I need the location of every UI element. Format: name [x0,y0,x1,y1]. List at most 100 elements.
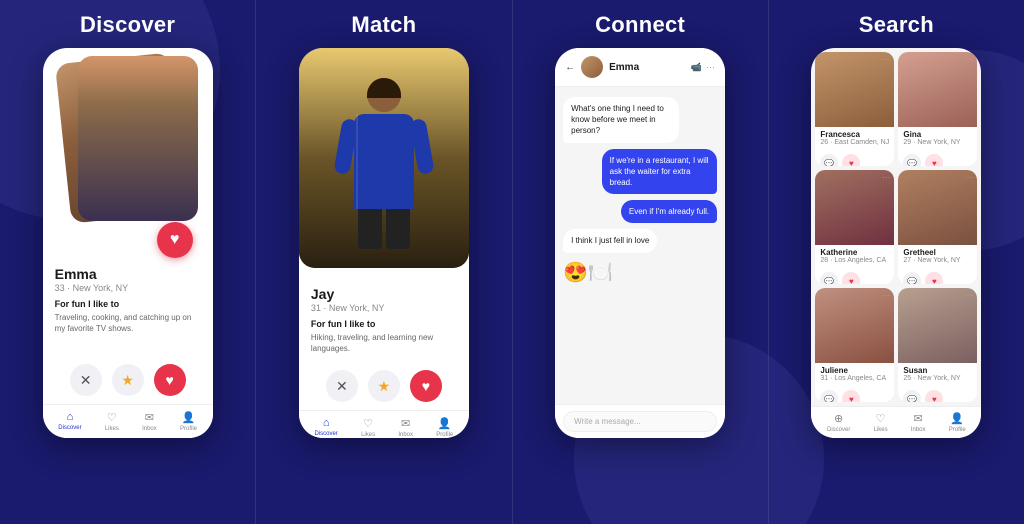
search-card-6-info: Susan 25 · New York, NY [898,363,977,387]
like-button[interactable]: ♥ [154,364,186,396]
search-home-icon: ⊕ [834,412,843,425]
search-card-3-dots[interactable]: ··· [882,173,890,182]
search-inbox-icon: ✉ [914,412,923,425]
search-card-4-info: Gretheel 27 · New York, NY [898,245,977,269]
card5-chat-btn[interactable]: 💬 [820,390,838,402]
search-nav-discover[interactable]: ⊕ Discover [827,412,850,433]
nav-discover[interactable]: ⌂ Discover [58,411,81,432]
inbox-icon: ✉ [145,411,154,424]
search-card-6-dots[interactable]: ··· [965,291,973,300]
discover-title: Discover [80,12,175,38]
card4-heart-btn[interactable]: ♥ [925,272,943,284]
chat-action-icons: 📹 ··· [691,62,715,73]
card-front [78,56,198,221]
card5-heart-btn[interactable]: ♥ [842,390,860,402]
connect-section: Connect ← Emma 📹 ··· What's one thing I … [513,0,768,524]
likes-icon: ♡ [107,411,117,424]
video-icon[interactable]: 📹 [691,62,702,73]
search-nav-discover-label: Discover [827,427,850,433]
card1-heart-btn[interactable]: ♥ [842,154,860,166]
card4-chat-btn[interactable]: 💬 [903,272,921,284]
home-icon: ⌂ [67,411,74,423]
card1-chat-btn[interactable]: 💬 [820,154,838,166]
search-card-5: ··· Juliene 31 · Los Angeles, CA 💬 ♥ [815,288,894,402]
search-card-6-age: 25 · New York, NY [903,375,972,382]
match-photo [299,48,469,268]
match-description: Hiking, traveling, and learning new lang… [311,332,457,354]
msg-3: Even if I'm already full. [621,200,717,223]
figure-arm-right [409,118,434,175]
search-likes-icon: ♡ [876,412,886,425]
match-nav-likes[interactable]: ♡ Likes [361,417,375,438]
match-dislike-button[interactable]: ✕ [326,370,358,402]
nav-inbox[interactable]: ✉ Inbox [142,411,157,432]
profile-icon: 👤 [182,411,196,424]
search-card-2-name: Gina [903,130,972,139]
match-like-button[interactable]: ♥ [410,370,442,402]
chat-input[interactable]: Write a message... [563,411,717,432]
search-nav-profile-label: Profile [949,427,966,433]
nav-discover-label: Discover [58,425,81,431]
match-superlike-button[interactable]: ★ [368,370,400,402]
match-photo-inner [299,48,469,268]
card3-heart-btn[interactable]: ♥ [842,272,860,284]
search-card-1-dots[interactable]: ··· [882,55,890,64]
connect-phone: ← Emma 📹 ··· What's one thing I need to … [555,48,725,438]
profile-tagline: For fun I like to [55,299,201,309]
search-nav-likes-label: Likes [874,427,888,433]
search-phone: ··· Francesca 26 · East Camden, NJ 💬 ♥ ·… [811,48,981,438]
search-card-3-age: 28 · Los Angeles, CA [820,257,889,264]
match-nav-inbox-label: Inbox [398,432,413,438]
match-nav-discover[interactable]: ⌂ Discover [314,417,337,438]
superlike-button[interactable]: ★ [112,364,144,396]
search-nav-profile[interactable]: 👤 Profile [949,412,966,433]
figure-arm-left [333,118,358,175]
search-card-1-age: 26 · East Camden, NJ [820,139,889,146]
match-action-buttons: ✕ ★ ♥ [299,362,469,410]
match-profile-icon: 👤 [438,417,452,430]
search-grid: ··· Francesca 26 · East Camden, NJ 💬 ♥ ·… [811,48,981,406]
nav-likes[interactable]: ♡ Likes [105,411,119,432]
card2-chat-btn[interactable]: 💬 [903,154,921,166]
card6-chat-btn[interactable]: 💬 [903,390,921,402]
match-bottom-nav: ⌂ Discover ♡ Likes ✉ Inbox 👤 Profile [299,410,469,438]
search-card-1-name: Francesca [820,130,889,139]
nav-profile[interactable]: 👤 Profile [180,411,197,432]
card2-heart-btn[interactable]: ♥ [925,154,943,166]
search-nav-inbox-label: Inbox [911,427,926,433]
search-nav-inbox[interactable]: ✉ Inbox [911,412,926,433]
search-card-5-dots[interactable]: ··· [882,291,890,300]
msg-emoji: 😍🍽️ [563,259,613,287]
search-card-4-dots[interactable]: ··· [965,173,973,182]
search-card-4-name: Gretheel [903,248,972,257]
figure-hair [367,78,401,98]
match-nav-inbox[interactable]: ✉ Inbox [398,417,413,438]
search-card-1-info: Francesca 26 · East Camden, NJ [815,127,894,151]
card6-heart-btn[interactable]: ♥ [925,390,943,402]
heart-button[interactable]: ♥ [157,222,193,258]
search-card-2: ··· Gina 29 · New York, NY 💬 ♥ [898,52,977,166]
chat-dots-icon[interactable]: ··· [706,62,715,73]
figure-leg-right [386,209,410,249]
card3-chat-btn[interactable]: 💬 [820,272,838,284]
chat-input-area: Write a message... [555,404,725,438]
msg-1: What's one thing I need to know before w… [563,97,679,143]
search-card-2-dots[interactable]: ··· [965,55,973,64]
match-nav-profile[interactable]: 👤 Profile [436,417,453,438]
figure-shirt-line [356,114,358,209]
profile-description: Traveling, cooking, and catching up on m… [55,312,201,334]
dislike-button[interactable]: ✕ [70,364,102,396]
match-likes-icon: ♡ [363,417,373,430]
match-figure [344,68,424,268]
search-card-2-actions: 💬 ♥ [898,151,977,166]
search-nav-likes[interactable]: ♡ Likes [874,412,888,433]
match-nav-discover-label: Discover [314,431,337,437]
back-icon[interactable]: ← [565,62,575,73]
search-card-6-actions: 💬 ♥ [898,387,977,402]
nav-likes-label: Likes [105,426,119,432]
match-nav-likes-label: Likes [361,432,375,438]
search-section: Search ··· Francesca 26 · East Camden, N… [769,0,1024,524]
search-profile-icon: 👤 [950,412,964,425]
chat-avatar [581,56,603,78]
search-card-1-actions: 💬 ♥ [815,151,894,166]
